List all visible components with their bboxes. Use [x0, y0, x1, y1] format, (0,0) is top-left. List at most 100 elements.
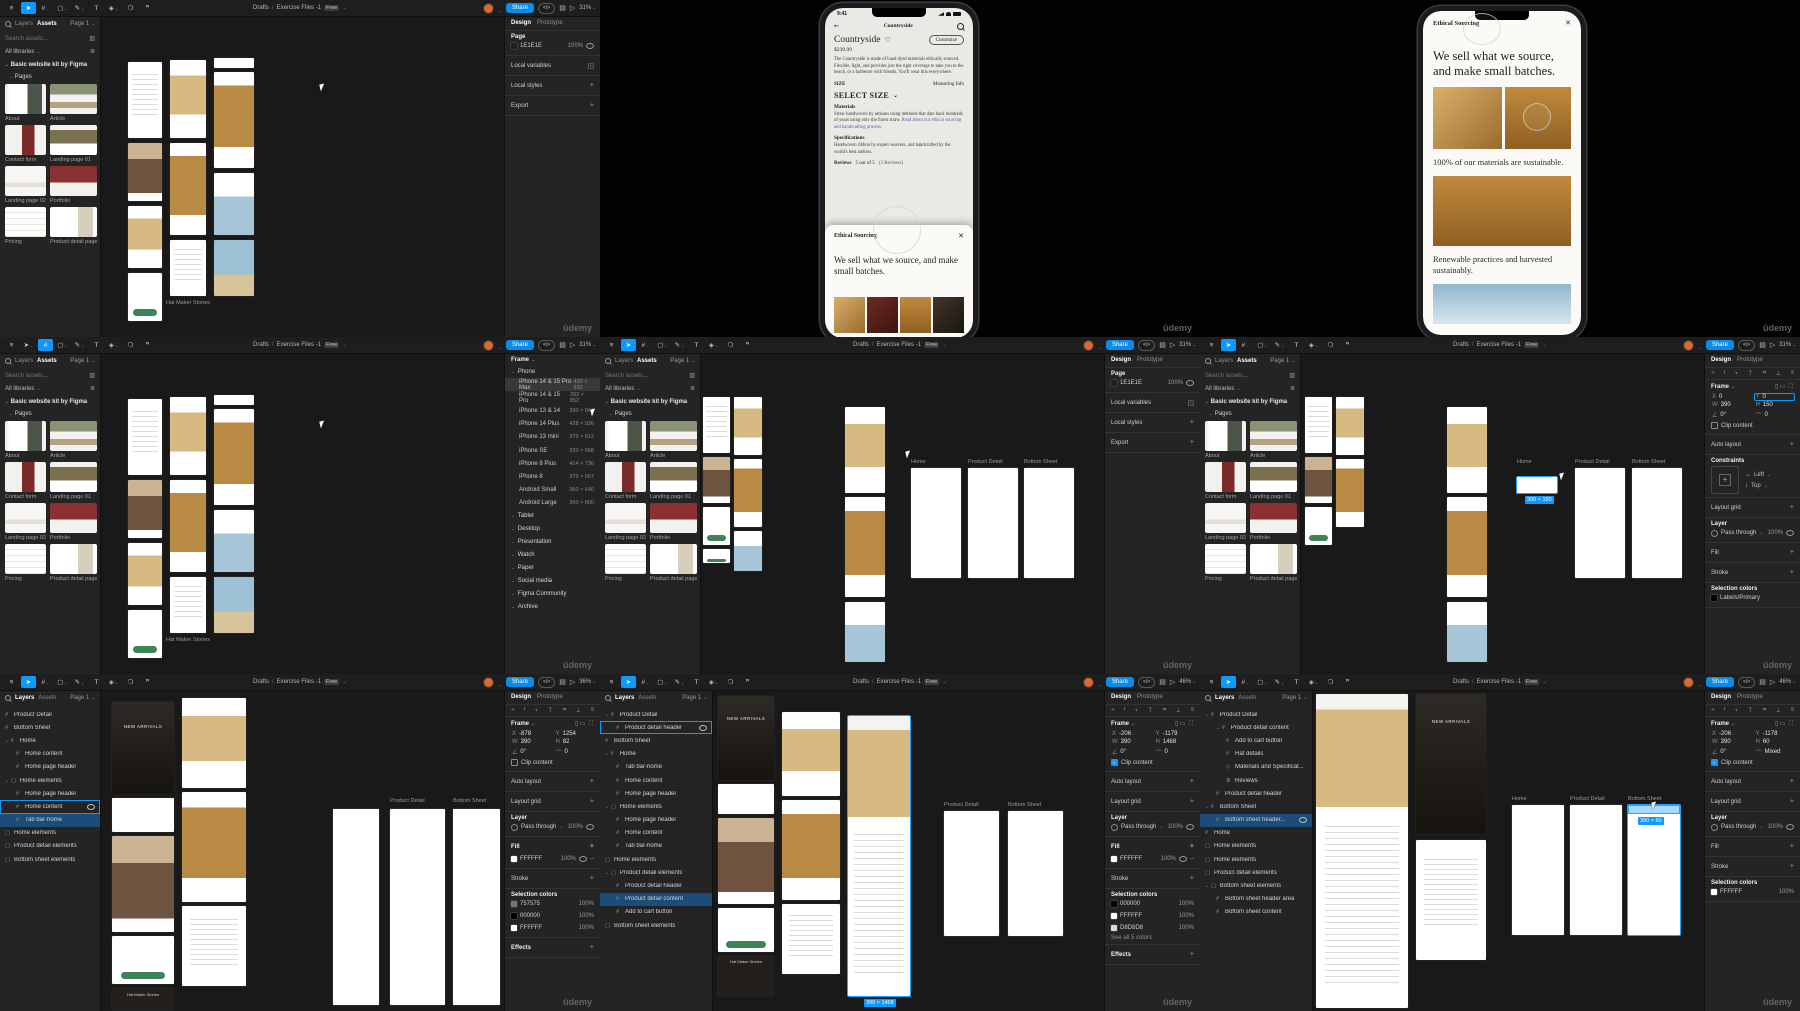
layer-row[interactable]: ⌄#Home page header [600, 787, 712, 800]
search-icon[interactable] [1205, 694, 1211, 701]
layer-row[interactable]: ⌄#Home page header [0, 787, 100, 800]
frame-preset-group[interactable]: Desktop [505, 523, 600, 536]
library-kit-row[interactable]: Basic website kit by Figma [0, 58, 100, 71]
canvas-object[interactable] [782, 712, 840, 796]
canvas-object[interactable] [1512, 805, 1564, 935]
page-thumbnail[interactable]: About [5, 84, 46, 122]
shape-tool-icon[interactable]: ▢ [55, 2, 70, 14]
layer-row[interactable]: ⌄▢Home elements [1200, 853, 1312, 866]
canvas-object[interactable]: NEW ARRIVALS [112, 702, 174, 794]
layer-row[interactable]: ⌄#Add to cart button [600, 906, 712, 919]
x-field[interactable]: X -878 [511, 731, 551, 737]
canvas-object[interactable] [128, 610, 162, 658]
list-icon[interactable]: ≣ [690, 385, 695, 392]
selection-color-row[interactable]: FFFFFF 100% [1711, 886, 1794, 898]
height-field[interactable]: H 1468 [1155, 739, 1195, 745]
frame-preset-item[interactable]: iPhone SE 320 × 568 [505, 444, 600, 457]
color-swatch[interactable] [1111, 380, 1117, 386]
tab-design[interactable]: Design [1111, 694, 1131, 700]
search-icon[interactable] [957, 22, 964, 30]
page-thumbnail[interactable]: About [1205, 421, 1246, 459]
width-field[interactable]: W 390 [1711, 739, 1751, 745]
canvas-object[interactable] [718, 908, 774, 952]
page-thumbnail[interactable]: Article [649, 421, 698, 459]
export-row[interactable]: Export + [505, 96, 600, 116]
canvas-object[interactable] [782, 800, 840, 900]
hand-tool-icon[interactable]: ❍ [123, 339, 138, 351]
figma-menu-icon[interactable]: ≡ [4, 339, 19, 351]
layer-row[interactable]: ⌄▢Product detail elements [600, 866, 712, 879]
present-icon[interactable]: ▷ [570, 341, 575, 349]
canvas-object[interactable] [734, 531, 762, 571]
frame-preset-item[interactable]: iPhone 14 & 15 Pro Max 430 × 932 [505, 378, 600, 392]
canvas-object[interactable]: 390 × 60 [1638, 817, 1664, 825]
auto-layout-row[interactable]: Auto layout + [1105, 772, 1200, 792]
selection-color-row[interactable]: FFFFFF 100% [1111, 910, 1194, 922]
canvas-object[interactable]: 390 × 150 [1525, 496, 1554, 504]
layer-row[interactable]: ⌄#Add to cart button [1200, 734, 1312, 747]
tab-layers[interactable]: Layers [1215, 358, 1233, 364]
layer-row[interactable]: ⌄▢Home elements [600, 800, 712, 813]
page-thumbnail[interactable]: Portfolio [1249, 503, 1298, 541]
layer-row[interactable]: ⌄#Product detail content [600, 892, 712, 906]
pages-section-row[interactable]: Pages [1200, 408, 1300, 419]
canvas-object[interactable] [128, 273, 162, 321]
search-assets-input[interactable]: Search assets... ▥ [5, 32, 95, 45]
search-icon[interactable] [605, 357, 611, 364]
effects-row[interactable]: Effects + [1105, 945, 1200, 965]
layout-grid-row[interactable]: Layout grid + [505, 792, 600, 812]
page-color-row[interactable]: 1E1E1E 100% [511, 40, 594, 52]
zoom-level[interactable]: 31% [579, 342, 596, 348]
canvas-object[interactable] [1316, 694, 1408, 1008]
zoom-level[interactable]: 31% [1179, 342, 1196, 348]
auto-layout-row[interactable]: Auto layout + [1705, 772, 1800, 792]
canvas-object[interactable]: 390 × 1468 [864, 999, 896, 1007]
canvas-object[interactable] [128, 62, 162, 138]
comment-tool-icon[interactable]: ❞ [140, 676, 155, 688]
present-icon[interactable]: ▷ [1770, 341, 1775, 349]
constraint-horizontal[interactable]: ↔ Left [1745, 472, 1771, 478]
canvas-object[interactable] [182, 792, 246, 902]
radius-field[interactable]: ⌒ 0 [555, 748, 595, 757]
tab-prototype[interactable]: Prototype [537, 694, 563, 700]
canvas-object[interactable] [1560, 473, 1566, 482]
frame-preset-group[interactable]: Archive [505, 601, 600, 614]
canvas-object[interactable] [128, 543, 162, 605]
search-icon[interactable] [5, 357, 11, 364]
layer-row[interactable]: ⌄#Home content [0, 748, 100, 761]
layer-row[interactable]: ⌄▢Bottom sheet elements [1200, 879, 1312, 892]
page-thumbnail[interactable]: Product detail page [649, 544, 698, 582]
tab-assets[interactable]: Assets [37, 358, 57, 364]
layer-row[interactable]: ⌄#Home page header [600, 814, 712, 827]
search-icon[interactable] [5, 694, 11, 701]
shape-tool-icon[interactable]: ▢ [1255, 676, 1270, 688]
canvas-object[interactable]: Hat Maker Stories [718, 956, 774, 996]
fill-color-row[interactable]: FFFFFF 100% − [511, 853, 594, 865]
rotation-field[interactable]: ∠ 0° [1711, 411, 1751, 420]
pages-section-row[interactable]: Pages [0, 408, 100, 419]
search-icon[interactable] [5, 20, 11, 27]
frame-preset-item[interactable]: iPhone 14 Plus 428 × 926 [505, 418, 600, 431]
stroke-row[interactable]: Stroke + [505, 869, 600, 889]
canvas-object[interactable]: Hat Maker Stories [112, 988, 174, 1010]
canvas-object[interactable] [734, 459, 762, 527]
canvas-object[interactable]: Product Detail [1570, 796, 1620, 802]
page-thumbnail[interactable]: Article [1249, 421, 1298, 459]
pen-tool-icon[interactable]: ✎ [672, 676, 687, 688]
move-tool-icon[interactable]: ➤ [21, 676, 36, 688]
tab-design[interactable]: Design [511, 20, 531, 26]
frame-preset-item[interactable]: Android Large 360 × 800 [505, 497, 600, 510]
all-libraries-dropdown[interactable]: All libraries≣ [0, 45, 100, 58]
breadcrumb[interactable]: Drafts / Exercise Files -1 Free [253, 674, 346, 690]
canvas-object[interactable]: Product Detail [944, 802, 994, 808]
tab-layers[interactable]: Layers [15, 21, 33, 27]
blend-mode-row[interactable]: Pass through100% [1711, 821, 1794, 833]
canvas-object[interactable] [1416, 840, 1486, 960]
resources-icon[interactable]: ◈ [106, 676, 121, 688]
hand-tool-icon[interactable]: ❍ [1323, 339, 1338, 351]
present-icon[interactable]: ▷ [1170, 341, 1175, 349]
canvas-object[interactable] [333, 809, 379, 1005]
layer-row[interactable]: ⌄#Product detail header [1200, 787, 1312, 800]
orientation-icons[interactable]: ▯▭ ⛶ [575, 720, 594, 728]
shape-tool-icon[interactable]: ▢ [655, 676, 670, 688]
